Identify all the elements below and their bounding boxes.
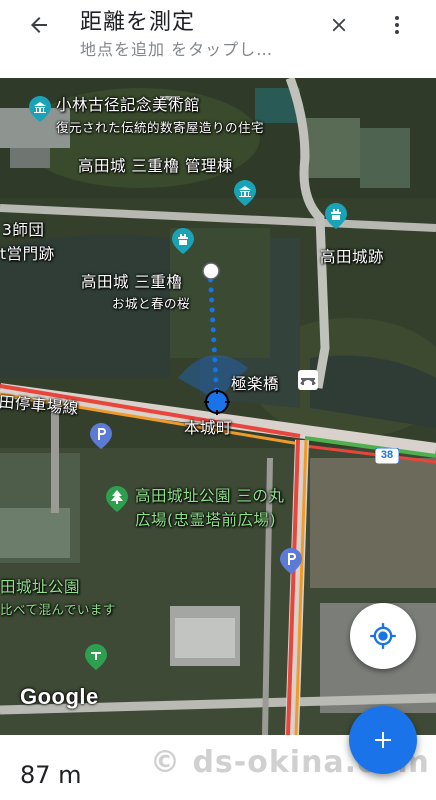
parking-icon[interactable] — [90, 423, 112, 453]
park-name-label: 田城址公園 — [0, 578, 81, 596]
back-button[interactable] — [22, 8, 56, 42]
park-desc-label: 比べて混んでいます — [0, 602, 116, 617]
map-view[interactable]: 小林古径記念美術館 復元された伝統的数寄屋造りの住宅 高田城 三重櫓 管理棟 3… — [0, 78, 436, 735]
google-logo: Google — [20, 684, 99, 709]
honjomachi-label: 本城町 — [184, 419, 233, 437]
more-options-button[interactable] — [380, 8, 414, 42]
division-gate-label-1: 3師団 — [2, 221, 45, 239]
parking-icon[interactable] — [280, 548, 302, 578]
add-point-button[interactable] — [349, 706, 417, 774]
museum-name-label: 小林古径記念美術館 — [56, 96, 201, 114]
current-location-point[interactable] — [204, 389, 230, 419]
more-vert-icon — [395, 16, 399, 34]
my-location-icon — [370, 623, 396, 649]
park-pin-icon[interactable] — [85, 644, 107, 674]
sangoyagura-desc-label: お城と春の桜 — [112, 296, 191, 311]
page-subtitle: 地点を追加 をタップし… — [80, 40, 274, 59]
close-icon — [332, 18, 346, 32]
close-button[interactable] — [322, 8, 356, 42]
museum-poi-icon[interactable] — [29, 96, 51, 126]
sangoyagura-label: 高田城 三重櫓 — [81, 273, 183, 291]
museum-desc-label: 復元された伝統的数寄屋造りの住宅 — [56, 120, 265, 135]
park-sannomaru-label-2: 広場(忠霊塔前広場) — [135, 511, 277, 529]
landmark-poi-icon[interactable] — [325, 203, 347, 233]
division-gate-label-2: t営門跡 — [0, 245, 55, 263]
plus-icon — [375, 732, 391, 748]
park-sannomaru-label-1: 高田城址公園 三の丸 — [135, 487, 285, 505]
distance-readout: 87 m — [20, 761, 82, 789]
top-bar: 距離を測定 地点を追加 をタップし… — [0, 0, 436, 78]
sangoyagura-office-label: 高田城 三重櫓 管理棟 — [78, 157, 233, 175]
museum-poi-icon[interactable] — [234, 180, 256, 210]
gokurakubashi-label: 極楽橋 — [231, 375, 280, 393]
bridge-icon — [298, 370, 318, 394]
measure-start-point[interactable] — [201, 261, 221, 285]
park-tree-icon[interactable] — [106, 486, 128, 516]
route-number-label: 38 — [380, 449, 394, 461]
landmark-poi-icon[interactable] — [172, 228, 194, 258]
my-location-button[interactable] — [350, 603, 416, 669]
page-title: 距離を測定 — [80, 10, 196, 35]
takada-castle-ruins-label: 高田城跡 — [320, 248, 385, 266]
arrow-back-icon — [31, 17, 47, 33]
